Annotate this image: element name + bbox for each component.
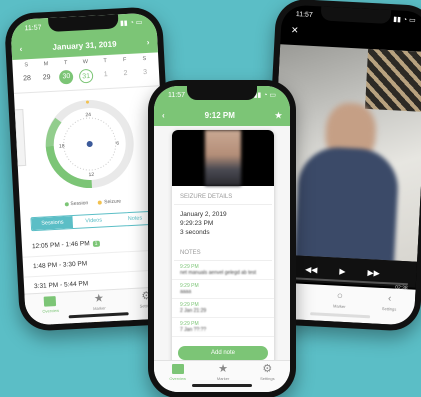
date-cell[interactable]: 28: [20, 72, 35, 87]
seizure-details: January 2, 2019 9:29:23 PM 3 seconds: [172, 205, 274, 242]
notch: [187, 86, 257, 100]
seizure-card: SEIZURE DETAILS January 2, 2019 9:29:23 …: [172, 130, 274, 368]
weekday-label: T: [103, 58, 107, 65]
session-time: 12:05 PM - 1:46 PM: [31, 240, 90, 251]
tab-marker[interactable]: ★ Marker: [92, 293, 106, 322]
weekday-label: M: [43, 61, 49, 68]
gear-icon: ⚙: [262, 363, 273, 375]
legend-seizure: Seizure: [98, 198, 121, 205]
status-time: 11:57: [24, 23, 42, 32]
note-item[interactable]: 9:29 PM 2 Jan 21:29: [172, 299, 274, 318]
header-time: 9:12 PM: [204, 110, 235, 120]
segment-sessions[interactable]: Sessions: [31, 216, 74, 231]
weekday-label: S: [24, 62, 29, 69]
tab-marker[interactable]: ○ Marker: [332, 291, 346, 322]
rewind-icon[interactable]: ◀◀: [305, 264, 318, 274]
signal-icon: ▮▮ ◔ ▭: [119, 19, 143, 28]
star-icon: ★: [93, 292, 105, 306]
back-icon[interactable]: ‹: [19, 44, 22, 53]
status-time: 11:57: [168, 91, 185, 99]
notes-list: 9:29 PM net manuals aenvel gelegd ab test…: [172, 261, 274, 337]
note-item[interactable]: 9:29 PM aaaa: [172, 280, 274, 299]
session-time: 1:48 PM - 3:30 PM: [32, 260, 88, 271]
signal-icon: ▮▮ ◔ ▭: [393, 16, 416, 25]
note-item[interactable]: 9:29 PM 7 Jan ??:??: [172, 318, 274, 337]
ceiling: [364, 48, 421, 112]
tab-settings[interactable]: ⚙ Settings: [260, 364, 274, 392]
dial-18: 18: [59, 143, 65, 149]
seizure-duration: 3 seconds: [180, 229, 210, 236]
tab-overview[interactable]: Overview: [169, 364, 186, 392]
video-thumbnail[interactable]: [172, 130, 274, 186]
weekday-label: T: [63, 60, 68, 67]
date-cell[interactable]: 2: [118, 67, 133, 82]
seizure-time: 9:29:23 PM: [180, 220, 214, 227]
home-indicator: [192, 384, 252, 387]
star-icon[interactable]: ★: [275, 111, 282, 120]
segment-videos[interactable]: Videos: [73, 214, 115, 228]
tab-overview[interactable]: Overview: [42, 296, 60, 325]
notes-title: NOTES: [174, 242, 272, 261]
note-item[interactable]: 9:29 PM net manuals aenvel gelegd ab test: [172, 261, 274, 280]
seizure-date: January 2, 2019: [180, 211, 227, 218]
session-time: 3:31 PM - 5:44 PM: [33, 280, 89, 291]
legend-session: Session: [64, 200, 88, 207]
dial-12: 12: [88, 172, 94, 178]
add-note-button[interactable]: Add note: [178, 346, 268, 360]
date-cell[interactable]: 29: [39, 71, 54, 86]
phone-seizure-detail: 11:57 ▮▮ ◔ ▭ ‹ 9:12 PM ★ SEIZURE DETAILS…: [148, 80, 296, 397]
calendar-icon: [171, 364, 184, 374]
back-icon[interactable]: ‹: [162, 111, 165, 120]
tab-bar: Overview ★ Marker ⚙ Settings: [154, 360, 290, 392]
date-cell[interactable]: 30: [59, 69, 74, 85]
weekday-label: S: [142, 55, 147, 63]
date-cell[interactable]: 31: [78, 68, 94, 84]
detail-screen: 11:57 ▮▮ ◔ ▭ ‹ 9:12 PM ★ SEIZURE DETAILS…: [154, 86, 290, 392]
fast-forward-icon[interactable]: ▶▶: [367, 268, 380, 278]
header-date: January 31, 2019: [52, 39, 117, 52]
seizure-details-title: SEIZURE DETAILS: [174, 186, 272, 205]
play-icon[interactable]: ▶: [339, 266, 346, 275]
status-time: 11:57: [295, 10, 313, 19]
note-text: 2 Jan 21:29: [180, 308, 207, 314]
person-thumbnail: [205, 130, 241, 186]
tab-settings[interactable]: ‹ Settings: [381, 293, 397, 325]
tab-marker[interactable]: ★ Marker: [217, 364, 229, 392]
clock-dial: 24 12 6 18: [14, 86, 165, 201]
circle-icon: ○: [336, 290, 344, 302]
weekday-label: W: [82, 59, 89, 66]
dial-24: 24: [85, 112, 91, 118]
note-text: aaaa: [180, 289, 192, 295]
date-cell[interactable]: 3: [138, 66, 153, 81]
calendar-icon: [44, 296, 57, 307]
dial-graphic: 24 12 6 18: [14, 100, 134, 189]
back-icon: ‹: [387, 293, 392, 305]
forward-icon[interactable]: ›: [147, 37, 150, 46]
detail-header: ‹ 9:12 PM ★: [154, 104, 290, 126]
weekday-label: F: [122, 56, 127, 64]
count-badge: 1: [92, 240, 100, 247]
dial-6: 6: [116, 140, 119, 146]
signal-icon: ▮▮ ◔ ▭: [253, 92, 276, 99]
note-text: net manuals aenvel gelegd ab test: [180, 270, 257, 276]
note-text: 7 Jan ??:??: [180, 327, 207, 333]
star-icon: ★: [218, 363, 229, 375]
date-cell[interactable]: 1: [98, 68, 113, 83]
person-body: [293, 145, 400, 262]
